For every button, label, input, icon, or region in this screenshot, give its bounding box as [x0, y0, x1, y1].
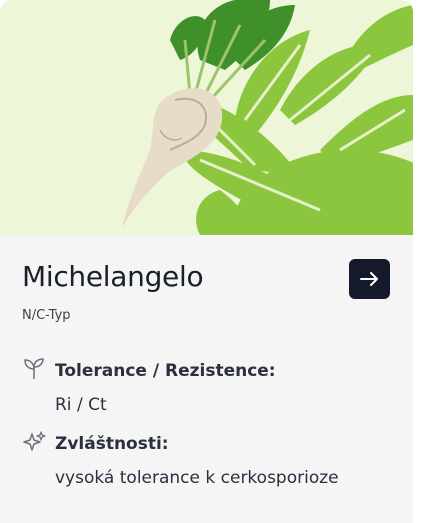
product-type: N/C-Typ: [22, 308, 71, 323]
tolerance-value: Ri / Ct: [55, 395, 107, 415]
product-title: Michelangelo: [22, 260, 204, 293]
arrow-right-icon: [359, 272, 378, 286]
sugar-beet-illustration: [122, 0, 413, 235]
special-features-label: Zvláštnosti:: [55, 434, 169, 454]
open-detail-button[interactable]: [349, 259, 390, 299]
tolerance-label: Tolerance / Rezistence:: [55, 361, 276, 381]
seedling-icon: [24, 358, 44, 379]
special-features-value: vysoká tolerance k cerkosporioze: [55, 468, 339, 488]
product-card[interactable]: Michelangelo N/C-Typ Tolerance / Reziste…: [0, 0, 413, 523]
sparkles-icon: [23, 431, 46, 451]
product-image: [0, 0, 413, 235]
